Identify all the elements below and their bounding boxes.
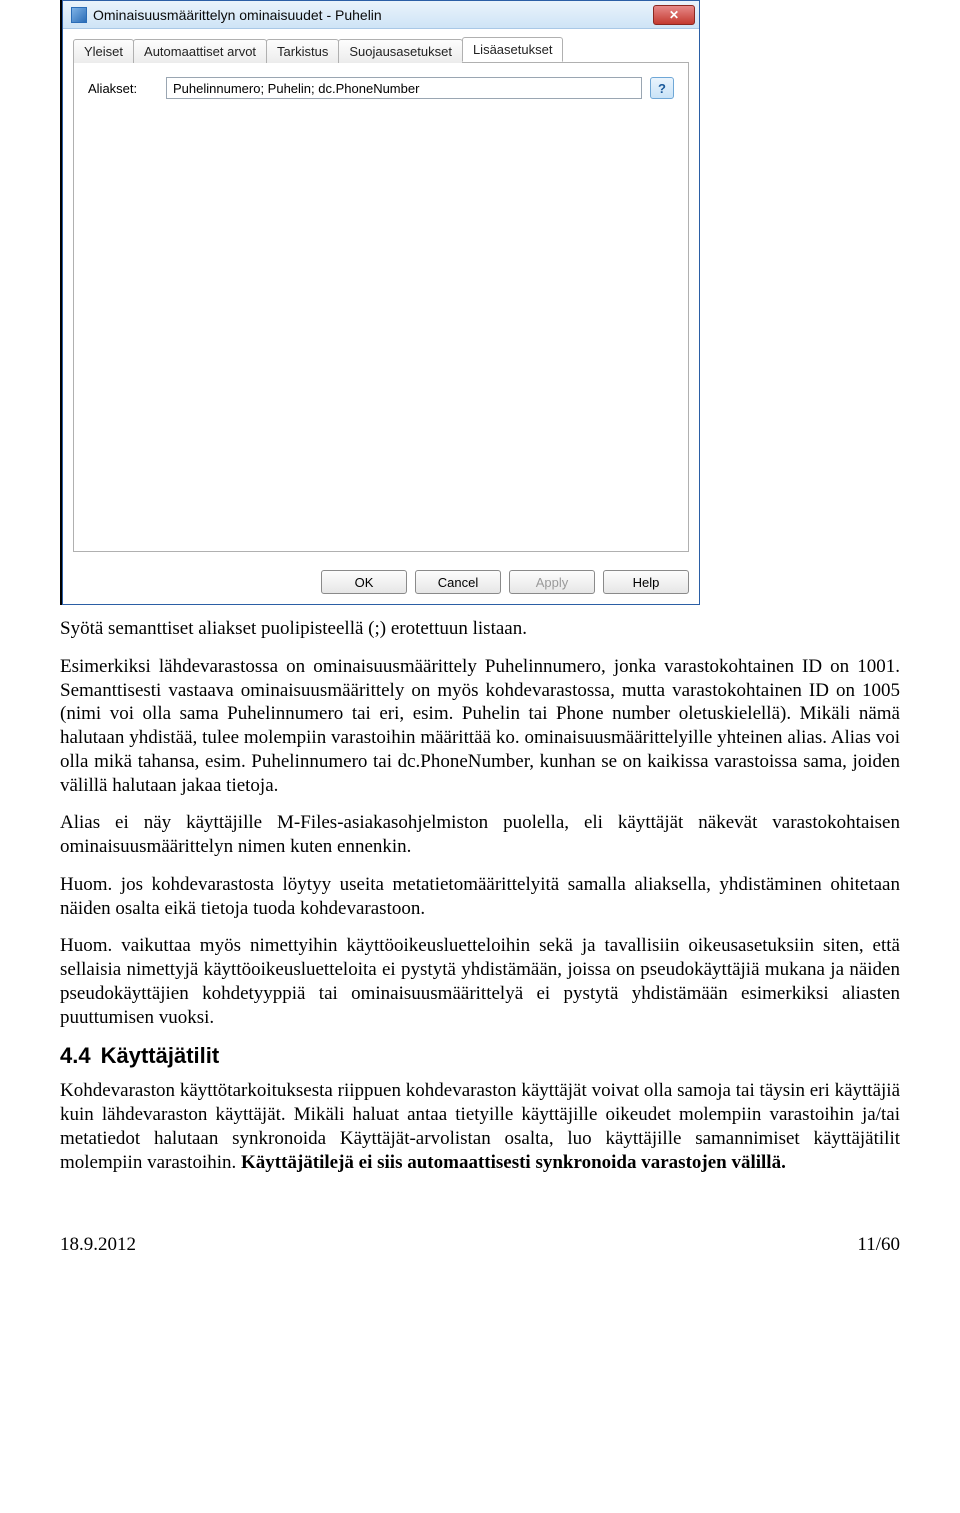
aliases-label: Aliakset: [88,81,158,96]
titlebar: Ominaisuusmäärittelyn ominaisuudet - Puh… [63,1,699,29]
document-body: Syötä semanttiset aliakset puolipisteell… [60,617,900,1174]
dialog-screenshot: Ominaisuusmäärittelyn ominaisuudet - Puh… [60,0,700,605]
tab-tarkistus[interactable]: Tarkistus [266,39,339,63]
window-title: Ominaisuusmäärittelyn ominaisuudet - Puh… [93,7,653,23]
button-row: OK Cancel Apply Help [63,562,699,604]
para-example: Esimerkiksi lähdevarastossa on ominaisuu… [60,655,900,798]
app-icon [71,7,87,23]
tab-suojausasetukset[interactable]: Suojausasetukset [338,39,463,63]
help-button[interactable]: Help [603,570,689,594]
para-note-acl: Huom. vaikuttaa myös nimettyihin käyttöo… [60,934,900,1029]
para-note-duplicate: Huom. jos kohdevarastosta löytyy useita … [60,873,900,921]
section-heading: 4.4 Käyttäjätilit [60,1043,900,1069]
page-footer: 18.9.2012 11/60 [60,1234,900,1256]
para-intro: Syötä semanttiset aliakset puolipisteell… [60,617,900,641]
help-icon: ? [658,81,666,96]
footer-date: 18.9.2012 [60,1234,136,1256]
para-users: Kohdevaraston käyttötarkoituksesta riipp… [60,1079,900,1174]
tab-bar: Yleiset Automaattiset arvot Tarkistus Su… [63,29,699,62]
tab-lisaasetukset[interactable]: Lisäasetukset [462,37,564,62]
aliases-row: Aliakset: ? [88,77,674,99]
dialog-window: Ominaisuusmäärittelyn ominaisuudet - Puh… [62,0,700,605]
para-alias-visibility: Alias ei näy käyttäjille M-Files-asiakas… [60,811,900,859]
apply-button[interactable]: Apply [509,570,595,594]
close-button[interactable]: ✕ [653,5,695,25]
ok-button[interactable]: OK [321,570,407,594]
close-icon: ✕ [669,8,679,22]
tab-automaattiset-arvot[interactable]: Automaattiset arvot [133,39,267,63]
aliases-input[interactable] [166,77,642,99]
tab-panel: Aliakset: ? [73,62,689,552]
section-title: Käyttäjätilit [101,1043,220,1069]
section-number: 4.4 [60,1043,91,1069]
para-users-bold: Käyttäjätilejä ei siis automaattisesti s… [241,1152,786,1173]
footer-page: 11/60 [857,1234,900,1256]
field-help-button[interactable]: ? [650,77,674,99]
tab-yleiset[interactable]: Yleiset [73,39,134,63]
cancel-button[interactable]: Cancel [415,570,501,594]
